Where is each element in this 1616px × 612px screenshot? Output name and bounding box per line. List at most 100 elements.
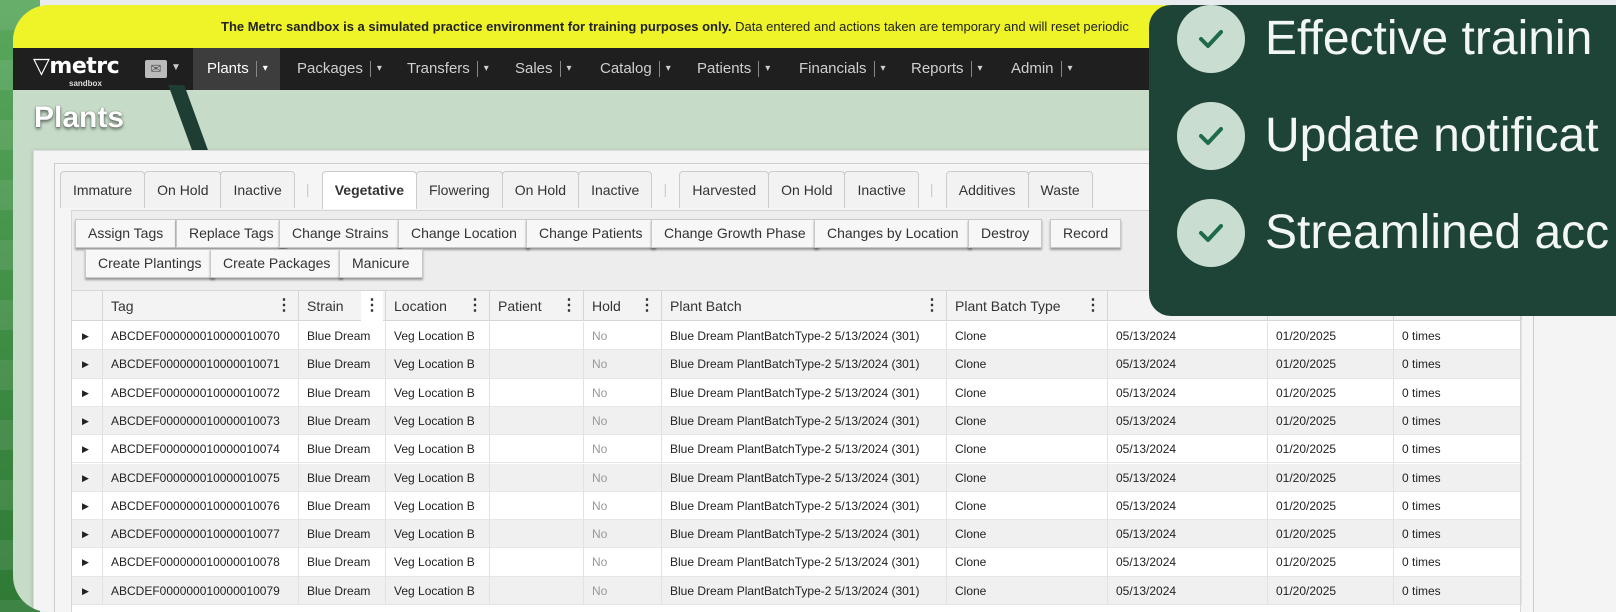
create-packages-button[interactable]: Create Packages: [210, 249, 344, 278]
table-row[interactable]: ▶ ABCDEF000000010000010073 Blue Dream Veg L…: [72, 406, 1522, 436]
cell-times: 0 times: [1394, 406, 1522, 435]
kebab-menu-icon[interactable]: ⋮: [1085, 291, 1101, 321]
expand-row-icon[interactable]: ▶: [82, 322, 89, 350]
cell-hold: No: [584, 322, 662, 350]
table-row[interactable]: ▶ ABCDEF000000010000010071 Blue Dream Veg L…: [72, 350, 1522, 379]
cell-type: Clone: [947, 491, 1108, 520]
column-header-patient[interactable]: Patient ⋮: [490, 291, 584, 321]
column-header-tag[interactable]: Tag ⋮: [103, 291, 299, 321]
nav-divider: [559, 61, 561, 78]
tab-other-additives[interactable]: Additives: [945, 171, 1029, 208]
tab-vegetative-inactive[interactable]: Inactive: [578, 171, 653, 208]
replace-tags-button[interactable]: Replace Tags: [176, 219, 287, 248]
kebab-menu-icon[interactable]: ⋮: [361, 291, 383, 321]
change-growth-phase-button[interactable]: Change Growth Phase: [651, 219, 819, 248]
nav-admin[interactable]: Admin ▾: [1011, 48, 1073, 90]
table-row[interactable]: ▶ ABCDEF000000010000010072 Blue Dream Veg L…: [72, 378, 1522, 407]
change-location-button[interactable]: Change Location: [398, 219, 530, 248]
cell-batch: Blue Dream PlantBatchType-2 5/13/2024 (3…: [662, 378, 947, 407]
cell-type: Clone: [947, 435, 1108, 464]
tab-immature-on-hold[interactable]: On Hold: [144, 171, 222, 208]
expand-row-icon[interactable]: ▶: [82, 520, 89, 548]
expand-row-icon[interactable]: ▶: [82, 407, 89, 435]
chevron-down-icon[interactable]: ▾: [765, 63, 770, 74]
table-row[interactable]: ▶ ABCDEF000000010000010078 Blue Dream Veg L…: [72, 548, 1522, 577]
mail-icon[interactable]: ✉: [145, 60, 167, 78]
kebab-menu-icon[interactable]: ⋮: [561, 291, 577, 321]
chevron-down-icon[interactable]: ▾: [567, 63, 572, 74]
check-icon: [1177, 102, 1245, 170]
nav-packages[interactable]: Packages ▾: [297, 48, 382, 90]
nav-divider: [255, 61, 257, 78]
metrc-logo[interactable]: ▽metrc sandbox: [33, 54, 120, 88]
expand-row-icon[interactable]: ▶: [82, 435, 89, 463]
table-row[interactable]: ▶ ABCDEF000000010000010075 Blue Dream Veg L…: [72, 463, 1522, 492]
changes-by-location-button[interactable]: Changes by Location: [814, 219, 972, 248]
tab-vegetative-vegetative[interactable]: Vegetative: [321, 171, 417, 209]
cell-location: Veg Location B: [386, 378, 490, 407]
column-header-plant-batch[interactable]: Plant Batch ⋮: [662, 291, 947, 321]
kebab-menu-icon[interactable]: ⋮: [924, 291, 940, 321]
nav-label: Financials: [799, 60, 867, 77]
column-header-strain[interactable]: Strain ⋮: [299, 291, 386, 321]
table-row[interactable]: ▶ ABCDEF000000010000010076 Blue Dream Veg L…: [72, 491, 1522, 521]
column-header-hold[interactable]: Hold ⋮: [584, 291, 662, 321]
tab-vegetative-on-hold[interactable]: On Hold: [501, 171, 580, 208]
column-header-plant-batch-type[interactable]: Plant Batch Type ⋮: [947, 291, 1108, 321]
chevron-down-icon[interactable]: ▾: [881, 63, 886, 74]
change-strains-button[interactable]: Change Strains: [279, 219, 402, 248]
cell-tag: ABCDEF000000010000010077: [103, 520, 299, 549]
kebab-menu-icon[interactable]: ⋮: [639, 291, 655, 321]
expander-cell: ▶: [72, 406, 103, 435]
tab-harvested-on-hold[interactable]: On Hold: [768, 171, 846, 208]
chevron-down-icon[interactable]: ▾: [1068, 63, 1073, 74]
column-header-location[interactable]: Location ⋮: [386, 291, 490, 321]
cell-patient: [490, 548, 584, 577]
chevron-down-icon[interactable]: ▾: [263, 63, 268, 74]
change-patients-button[interactable]: Change Patients: [526, 219, 656, 248]
table-row[interactable]: ▶ ABCDEF000000010000010070 Blue Dream Veg L…: [72, 322, 1522, 351]
nav-catalog[interactable]: Catalog ▾: [600, 48, 671, 90]
chevron-down-icon[interactable]: ▾: [484, 63, 489, 74]
table-row[interactable]: ▶ ABCDEF000000010000010077 Blue Dream Veg L…: [72, 520, 1522, 549]
chevron-down-icon[interactable]: ▾: [377, 63, 382, 74]
nav-label: Packages: [297, 60, 363, 77]
nav-financials[interactable]: Financials ▾: [799, 48, 886, 90]
cell-hold: No: [584, 435, 662, 464]
expand-row-icon[interactable]: ▶: [82, 577, 89, 605]
tab-vegetative-flowering[interactable]: Flowering: [416, 171, 503, 208]
cell-batch: Blue Dream PlantBatchType-2 5/13/2024 (3…: [662, 491, 947, 520]
nav-reports[interactable]: Reports ▾: [911, 48, 983, 90]
tab-separator: |: [305, 181, 310, 197]
cell-date1: 05/13/2024: [1108, 350, 1268, 379]
expand-row-icon[interactable]: ▶: [82, 492, 89, 520]
nav-sales[interactable]: Sales ▾: [515, 48, 572, 90]
chevron-down-icon[interactable]: ▾: [666, 63, 671, 74]
assign-tags-button[interactable]: Assign Tags: [75, 219, 177, 248]
record-button[interactable]: Record: [1050, 219, 1122, 248]
cell-tag: ABCDEF000000010000010074: [103, 435, 299, 464]
expander-cell: ▶: [72, 350, 103, 379]
nav-plants[interactable]: Plants ▾: [193, 48, 280, 90]
tab-immature-inactive[interactable]: Inactive: [220, 171, 295, 208]
kebab-menu-icon[interactable]: ⋮: [467, 291, 483, 321]
tab-harvested-inactive[interactable]: Inactive: [844, 171, 919, 208]
chevron-down-icon[interactable]: ▼: [171, 62, 181, 73]
tab-harvested-harvested[interactable]: Harvested: [679, 171, 770, 208]
table-row[interactable]: ▶ ABCDEF000000010000010079 Blue Dream Veg L…: [72, 576, 1522, 605]
nav-transfers[interactable]: Transfers ▾: [407, 48, 489, 90]
expand-row-icon[interactable]: ▶: [82, 548, 89, 576]
nav-divider: [758, 61, 760, 78]
manicure-button[interactable]: Manicure: [339, 249, 423, 278]
nav-patients[interactable]: Patients ▾: [697, 48, 770, 90]
tab-immature-immature[interactable]: Immature: [60, 171, 146, 208]
create-plantings-button[interactable]: Create Plantings: [85, 249, 215, 278]
destroy-button[interactable]: Destroy: [968, 219, 1043, 248]
table-row[interactable]: ▶ ABCDEF000000010000010074 Blue Dream Veg L…: [72, 435, 1522, 464]
chevron-down-icon[interactable]: ▾: [978, 63, 983, 74]
expand-row-icon[interactable]: ▶: [82, 464, 89, 492]
expand-row-icon[interactable]: ▶: [82, 379, 89, 407]
expand-row-icon[interactable]: ▶: [82, 350, 89, 378]
kebab-menu-icon[interactable]: ⋮: [276, 291, 292, 321]
tab-other-waste[interactable]: Waste: [1027, 171, 1093, 208]
